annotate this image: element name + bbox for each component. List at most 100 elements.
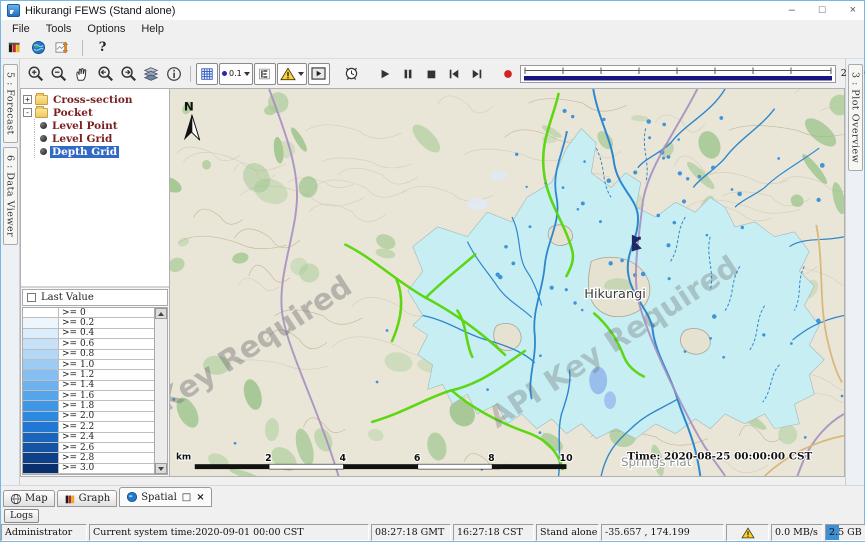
zoom-out-button[interactable] bbox=[48, 63, 70, 85]
classification-dropdown[interactable]: 0.1 bbox=[219, 63, 253, 85]
status-warning-cell[interactable] bbox=[726, 524, 769, 541]
legend-label: >= 1.6 bbox=[59, 391, 154, 400]
legend-header: Last Value bbox=[22, 289, 168, 306]
tab-forecast[interactable]: 5 : Forecast bbox=[3, 64, 18, 143]
help-button[interactable]: ? bbox=[94, 39, 111, 56]
timeline-progress-bar bbox=[524, 76, 832, 81]
bullet-icon bbox=[40, 148, 47, 155]
legend-table: >= 0>= 0.2>= 0.4>= 0.6>= 0.8>= 1.0>= 1.2… bbox=[22, 307, 168, 475]
zoom-in-button[interactable] bbox=[25, 63, 47, 85]
bottom-tab-bar: Map Graph Spatial □ × bbox=[1, 485, 864, 507]
tab-close-icon[interactable]: × bbox=[196, 492, 204, 503]
tree-label[interactable]: Pocket bbox=[51, 107, 95, 119]
timeline-slider[interactable] bbox=[520, 65, 836, 83]
bullet-icon bbox=[40, 135, 47, 142]
place-label-town: Hikurangi bbox=[584, 287, 646, 302]
step-back-button[interactable] bbox=[443, 63, 465, 85]
menu-file[interactable]: File bbox=[4, 22, 38, 36]
zoom-next-button[interactable] bbox=[117, 63, 139, 85]
right-tab-strip: 3 : Plot Overview bbox=[846, 59, 864, 485]
tree-label-selected[interactable]: Depth Grid bbox=[50, 146, 119, 158]
legend-label: >= 0.6 bbox=[59, 339, 154, 348]
pan-button[interactable] bbox=[71, 63, 93, 85]
maximize-button[interactable]: □ bbox=[819, 2, 826, 19]
svg-text:km: km bbox=[176, 452, 191, 462]
tab-data-viewer[interactable]: 6 : Data Viewer bbox=[3, 147, 18, 245]
step-forward-button[interactable] bbox=[466, 63, 488, 85]
toolbar-separator bbox=[82, 40, 83, 56]
map-view: API Key Required API Key Required Hikura… bbox=[170, 88, 845, 477]
app-icon bbox=[7, 4, 20, 17]
status-user: Administrator bbox=[1, 524, 87, 541]
globe-icon bbox=[31, 40, 46, 55]
tab-plot-overview[interactable]: 3 : Plot Overview bbox=[848, 64, 863, 171]
hand-icon bbox=[73, 65, 91, 83]
last-value-checkbox[interactable] bbox=[27, 293, 36, 302]
status-coordinates: -35.657 , 174.199 bbox=[601, 524, 724, 541]
time-settings-button[interactable] bbox=[341, 63, 363, 85]
legend-color-swatch bbox=[23, 443, 59, 452]
tree-label[interactable]: Level Grid bbox=[50, 133, 114, 145]
skip-start-icon bbox=[448, 68, 460, 80]
pause-button[interactable] bbox=[397, 63, 419, 85]
legend-color-swatch bbox=[23, 412, 59, 421]
info-button[interactable] bbox=[163, 63, 185, 85]
open-map-button[interactable] bbox=[30, 39, 47, 56]
logs-row: Logs bbox=[1, 507, 864, 524]
minimize-button[interactable]: – bbox=[789, 2, 795, 19]
tree-node-depth-grid[interactable]: Depth Grid bbox=[23, 145, 167, 158]
tab-maximize-icon[interactable]: □ bbox=[182, 492, 191, 503]
stop-button[interactable] bbox=[420, 63, 442, 85]
scroll-down-button[interactable] bbox=[155, 463, 167, 474]
tree-label[interactable]: Cross-section bbox=[51, 94, 135, 106]
tab-graph[interactable]: Graph bbox=[57, 490, 118, 507]
folder-icon bbox=[35, 108, 48, 118]
svg-text:10: 10 bbox=[560, 453, 574, 464]
record-button[interactable] bbox=[497, 63, 519, 85]
archive-database-button[interactable] bbox=[6, 39, 23, 56]
tree-node-pocket[interactable]: - Pocket bbox=[23, 106, 167, 119]
grid-display-button[interactable] bbox=[196, 63, 218, 85]
status-system-time: Current system time:2020-09-01 00:00 CST bbox=[89, 524, 369, 541]
timeseries-dialog-button[interactable] bbox=[54, 39, 71, 56]
map-canvas[interactable]: API Key Required API Key Required Hikura… bbox=[170, 89, 844, 476]
menu-options[interactable]: Options bbox=[79, 22, 133, 36]
scroll-up-button[interactable] bbox=[155, 308, 167, 319]
play-button[interactable] bbox=[374, 63, 396, 85]
tree-node-cross-section[interactable]: + Cross-section bbox=[23, 93, 167, 106]
legend-color-swatch bbox=[23, 464, 59, 473]
legend-label: >= 1.4 bbox=[59, 381, 154, 390]
legend-panel: Last Value >= 0>= 0.2>= 0.4>= 0.6>= 0.8>… bbox=[21, 286, 169, 476]
zoom-previous-button[interactable] bbox=[94, 63, 116, 85]
class-dot-icon bbox=[222, 71, 227, 76]
menubar: File Tools Options Help bbox=[1, 20, 864, 37]
layers-button[interactable] bbox=[140, 63, 162, 85]
legend-row: >= 0.8 bbox=[23, 350, 154, 360]
tree-node-level-grid[interactable]: Level Grid bbox=[23, 132, 167, 145]
labels-button[interactable] bbox=[254, 63, 276, 85]
clock-icon bbox=[343, 65, 360, 82]
menu-tools[interactable]: Tools bbox=[38, 22, 80, 36]
legend-row: >= 1.6 bbox=[23, 391, 154, 401]
tab-spatial[interactable]: Spatial □ × bbox=[119, 487, 211, 507]
menu-help[interactable]: Help bbox=[133, 22, 172, 36]
status-memory: 2.5 GB bbox=[825, 524, 865, 541]
data-tree[interactable]: + Cross-section - Pocket Level P bbox=[21, 89, 169, 286]
tree-label[interactable]: Level Point bbox=[50, 120, 120, 132]
legend-row: >= 2.0 bbox=[23, 412, 154, 422]
animation-window-button[interactable] bbox=[308, 63, 330, 85]
close-button[interactable]: × bbox=[850, 2, 856, 19]
collapse-icon[interactable]: - bbox=[23, 108, 32, 117]
expand-icon[interactable]: + bbox=[23, 95, 32, 104]
legend-label: >= 2.4 bbox=[59, 433, 154, 442]
logs-button[interactable]: Logs bbox=[4, 509, 39, 523]
magnifier-minus-icon bbox=[50, 65, 68, 83]
tree-indent bbox=[23, 145, 35, 158]
globe-icon bbox=[126, 491, 138, 503]
legend-scrollbar[interactable] bbox=[154, 308, 167, 474]
legend-color-swatch bbox=[23, 453, 59, 462]
legend-row: >= 0.2 bbox=[23, 318, 154, 328]
tab-map[interactable]: Map bbox=[3, 490, 55, 507]
thresholds-dropdown[interactable] bbox=[277, 63, 307, 85]
tree-node-level-point[interactable]: Level Point bbox=[23, 119, 167, 132]
